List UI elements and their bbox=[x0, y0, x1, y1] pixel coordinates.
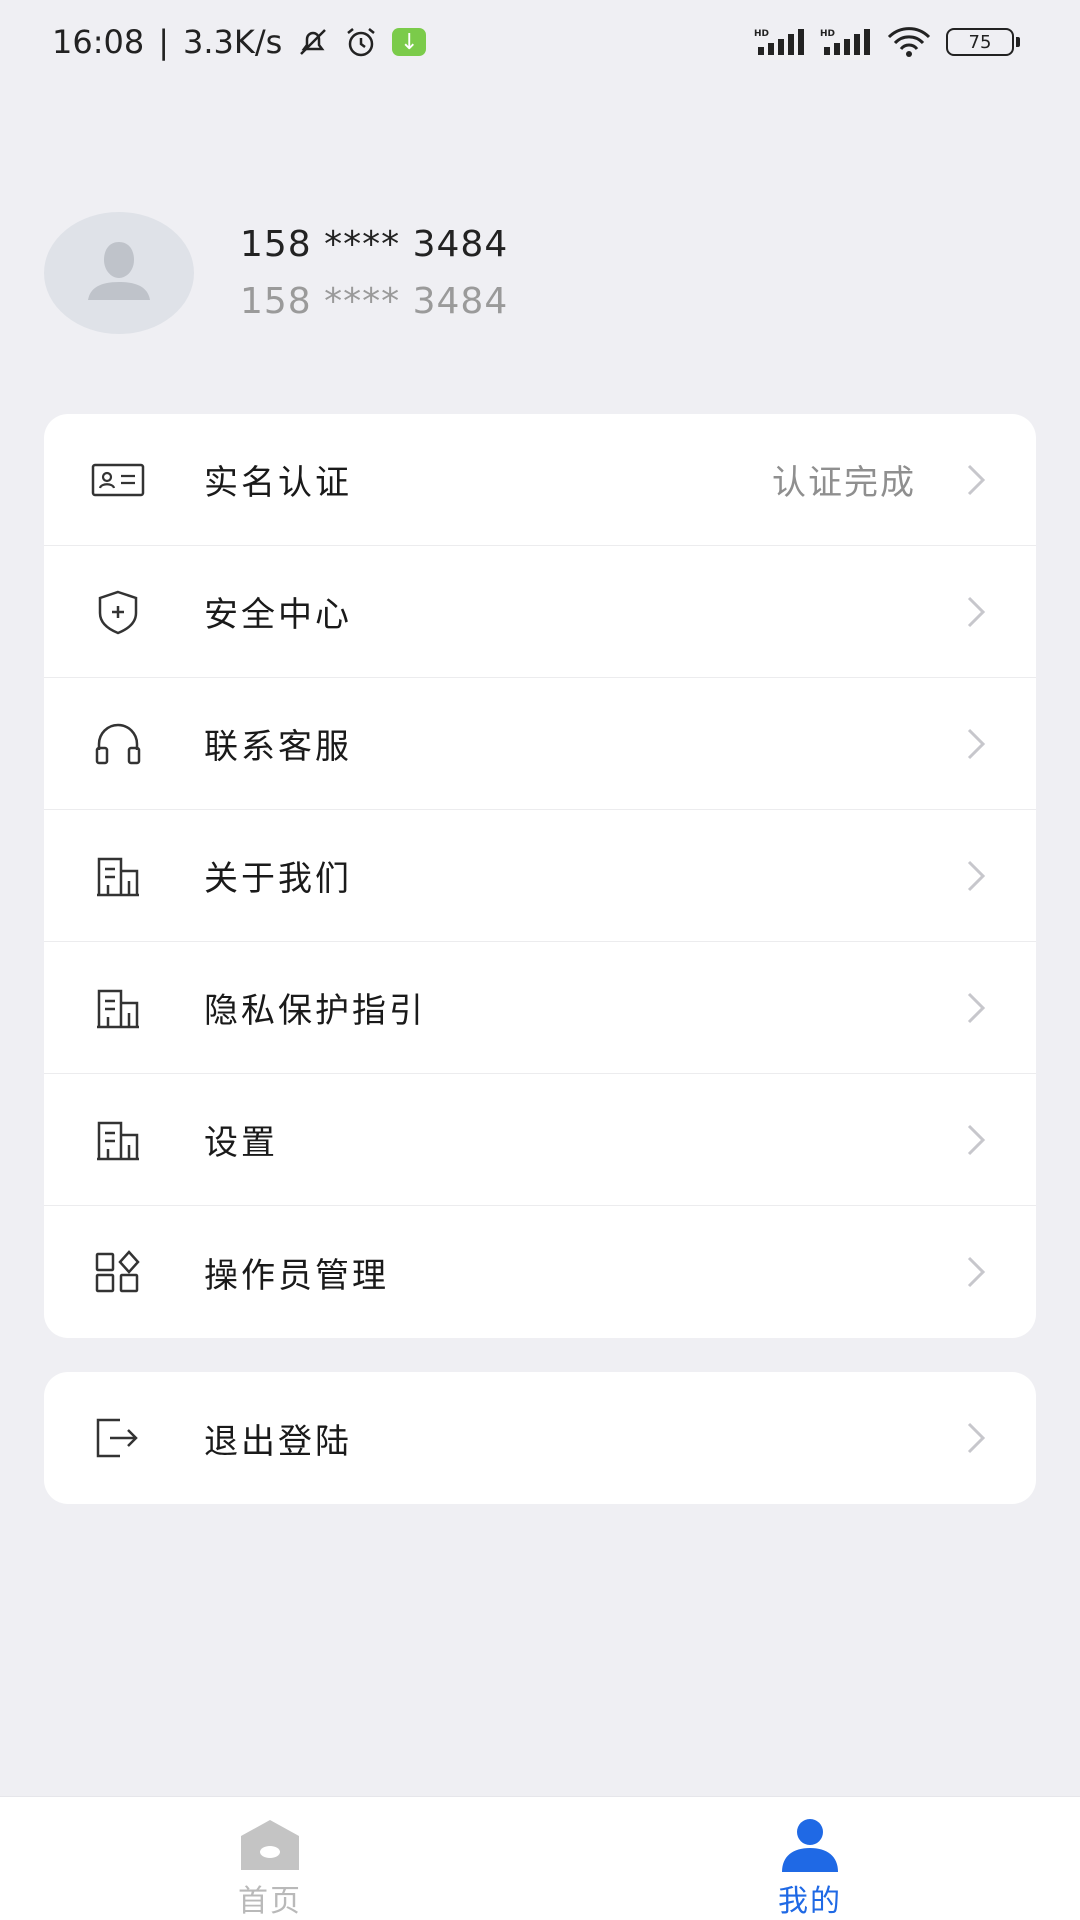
phone-number-secondary: 158 **** 3484 bbox=[240, 281, 509, 322]
tab-home[interactable]: 首页 bbox=[0, 1797, 540, 1920]
building-icon bbox=[90, 848, 146, 904]
shield-icon bbox=[90, 584, 146, 640]
chevron-right-icon bbox=[964, 462, 988, 498]
menu-item-real-name[interactable]: 实名认证 认证完成 bbox=[44, 414, 1036, 546]
id-card-icon bbox=[90, 452, 146, 508]
building-icon bbox=[90, 1112, 146, 1168]
building-icon bbox=[90, 980, 146, 1036]
logout-card: 退出登陆 bbox=[44, 1372, 1036, 1504]
home-icon bbox=[238, 1815, 302, 1872]
menu-item-about-us[interactable]: 关于我们 bbox=[44, 810, 1036, 942]
hd-signal-icon: HD bbox=[820, 27, 872, 57]
phone-number: 158 **** 3484 bbox=[240, 224, 509, 265]
menu-item-settings[interactable]: 设置 bbox=[44, 1074, 1036, 1206]
user-icon bbox=[778, 1815, 842, 1872]
menu-item-label: 安全中心 bbox=[204, 595, 352, 635]
network-speed: 3.3K/s bbox=[183, 23, 283, 61]
hd-signal-icon: HD bbox=[754, 27, 806, 57]
menu-item-label: 隐私保护指引 bbox=[204, 991, 426, 1031]
menu-item-label: 操作员管理 bbox=[204, 1255, 389, 1296]
logout-label: 退出登陆 bbox=[204, 1421, 352, 1462]
menu-item-privacy-guide[interactable]: 隐私保护指引 bbox=[44, 942, 1036, 1074]
user-placeholder-icon bbox=[84, 238, 154, 308]
tab-mine[interactable]: 我的 bbox=[540, 1797, 1080, 1920]
logout-button[interactable]: 退出登陆 bbox=[44, 1372, 1036, 1504]
chevron-right-icon bbox=[964, 594, 988, 630]
chevron-right-icon bbox=[964, 1420, 988, 1456]
chevron-right-icon bbox=[964, 726, 988, 762]
status-separator: | bbox=[158, 23, 169, 61]
wifi-icon bbox=[886, 26, 932, 58]
chevron-right-icon bbox=[964, 1122, 988, 1158]
status-bar: 16:08 | 3.3K/s ↓ HD HD 75 bbox=[0, 0, 1080, 84]
chevron-right-icon bbox=[964, 858, 988, 894]
tab-mine-label: 我的 bbox=[778, 1884, 842, 1919]
avatar[interactable] bbox=[44, 212, 194, 334]
headset-icon bbox=[90, 716, 146, 772]
menu-item-operator-management[interactable]: 操作员管理 bbox=[44, 1206, 1036, 1338]
profile-header: 158 **** 3484 158 **** 3484 bbox=[44, 212, 1044, 334]
svg-text:HD: HD bbox=[754, 29, 769, 39]
svg-text:HD: HD bbox=[820, 29, 835, 39]
status-time: 16:08 bbox=[52, 23, 145, 61]
menu-item-label: 设置 bbox=[204, 1123, 278, 1163]
battery-icon: 75 bbox=[946, 28, 1020, 56]
chevron-right-icon bbox=[964, 1254, 988, 1290]
bottom-navigation: 首页 我的 bbox=[0, 1796, 1080, 1920]
logout-icon bbox=[90, 1410, 146, 1466]
status-left: 16:08 | 3.3K/s ↓ bbox=[52, 23, 427, 61]
tab-home-label: 首页 bbox=[238, 1884, 302, 1919]
mute-icon bbox=[296, 27, 330, 57]
menu-item-label: 关于我们 bbox=[204, 859, 352, 899]
menu-item-label: 联系客服 bbox=[204, 727, 352, 767]
verification-status: 认证完成 bbox=[772, 463, 916, 503]
status-right: HD HD 75 bbox=[754, 26, 1020, 58]
chevron-right-icon bbox=[964, 990, 988, 1026]
battery-level: 75 bbox=[968, 31, 992, 53]
profile-screen: 16:08 | 3.3K/s ↓ HD HD 75 158 **** 3484 … bbox=[0, 0, 1080, 1920]
download-icon: ↓ bbox=[392, 28, 427, 56]
menu-item-label: 实名认证 bbox=[204, 463, 352, 503]
menu-item-customer-service[interactable]: 联系客服 bbox=[44, 678, 1036, 810]
menu-item-security-center[interactable]: 安全中心 bbox=[44, 546, 1036, 678]
apps-icon bbox=[90, 1244, 146, 1300]
profile-text: 158 **** 3484 158 **** 3484 bbox=[240, 224, 508, 322]
alarm-icon bbox=[344, 26, 378, 58]
menu-card: 实名认证 认证完成 安全中心 联系客服 关于我们 隐私保护指引 设置 操作员管理 bbox=[44, 414, 1036, 1338]
